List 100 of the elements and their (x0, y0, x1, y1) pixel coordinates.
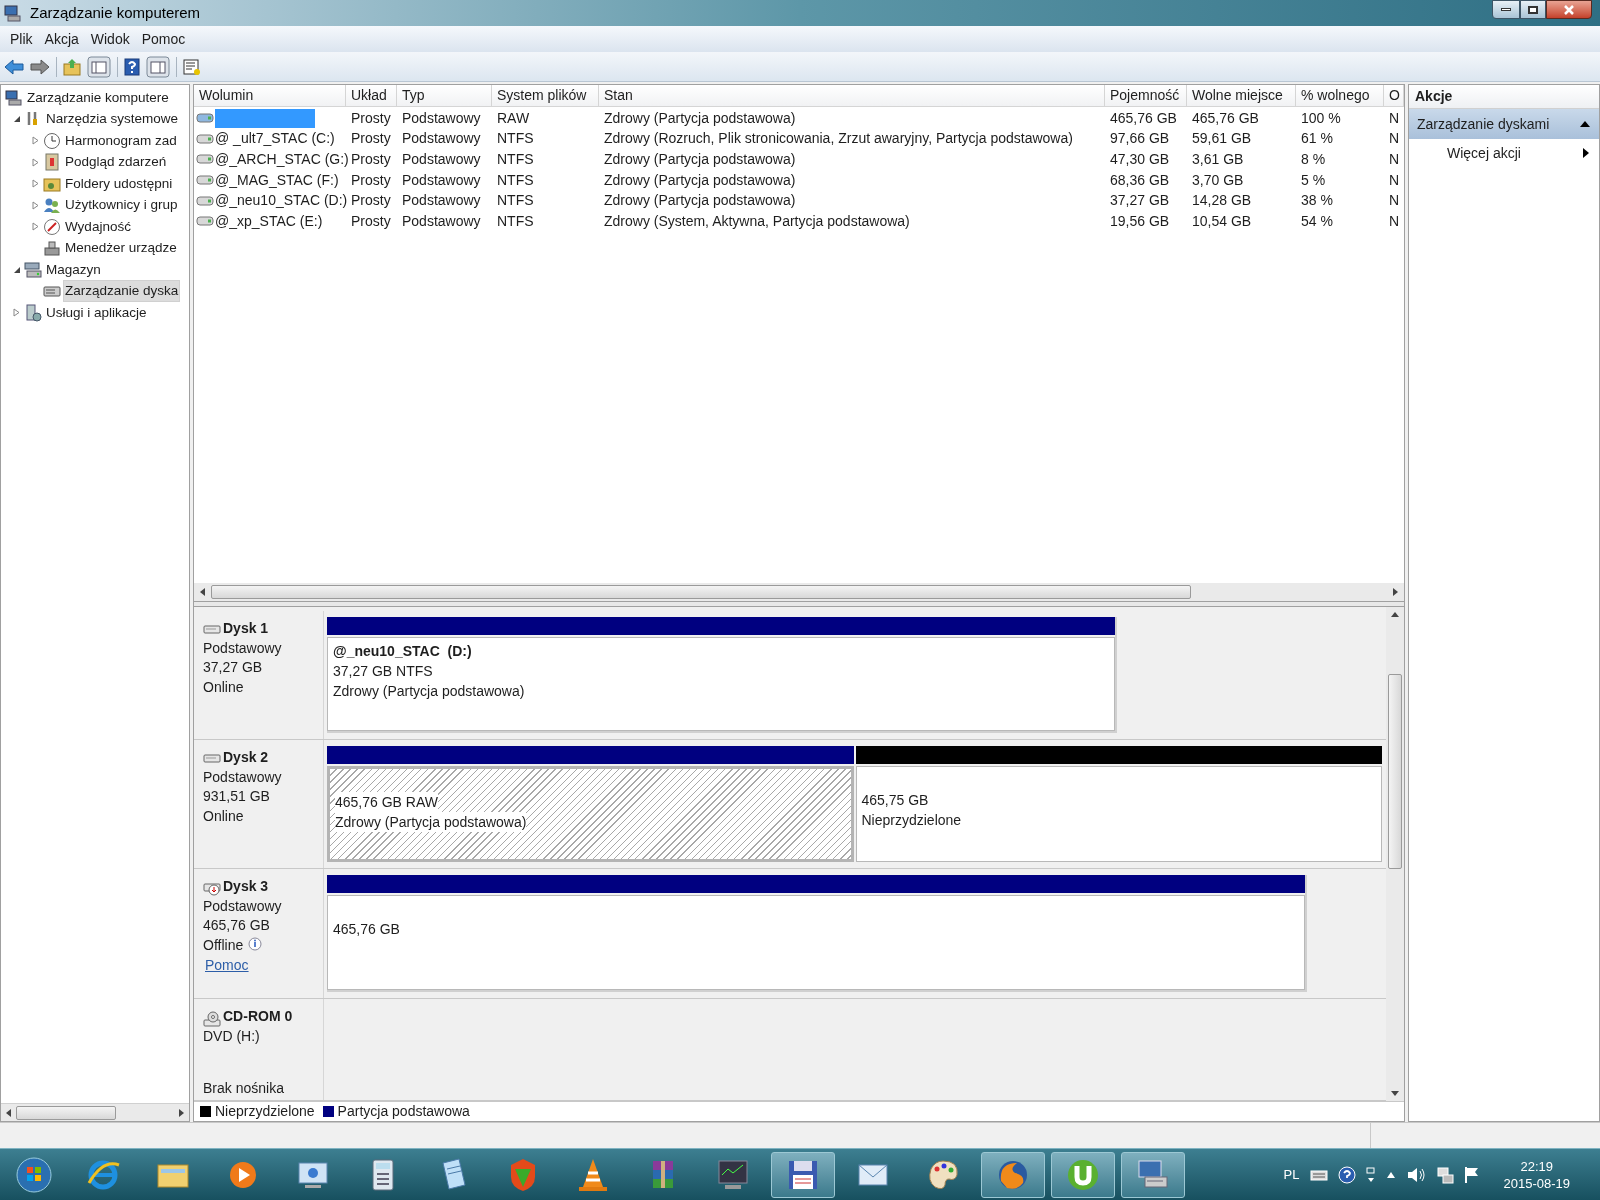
collapsed-arrow-icon[interactable] (32, 200, 40, 210)
volume-name[interactable]: @_MAG_STAC (F:) (215, 170, 339, 190)
scroll-up-icon[interactable] (1391, 612, 1399, 617)
storage-icon (24, 260, 42, 279)
tree-item[interactable]: Harmonogram zad (63, 129, 179, 152)
partition-block[interactable]: 465,76 GB RAW Zdrowy (Partycja podstawowa) (327, 766, 854, 862)
forward-arrow-icon[interactable] (30, 58, 50, 75)
table-cell-text: Zdrowy (Rozruch, Plik stronicowania, Zrzut awaryjny, Partycja podstawowa) (604, 129, 1073, 149)
volume-name[interactable]: @_neu10_STAC (D:) (215, 191, 348, 211)
actions-section-header[interactable]: Zarządzanie dyskami (1409, 109, 1599, 139)
expanded-arrow-icon[interactable] (13, 115, 21, 124)
clock-icon (43, 131, 61, 150)
drive-icon (196, 195, 214, 206)
menu-item[interactable]: Plik (4, 26, 39, 52)
tree-item[interactable]: Zarządzanie komputere (25, 86, 171, 109)
language-bar-icon[interactable] (1365, 1165, 1376, 1184)
partition-block[interactable]: 465,75 GB Nieprzydzielone (855, 766, 1382, 862)
collapse-arrow-icon[interactable] (1579, 120, 1591, 128)
horizontal-scrollbar[interactable] (194, 583, 1404, 601)
table-cell-text: 10,54 GB (1192, 211, 1252, 231)
collapsed-arrow-icon[interactable] (32, 222, 40, 232)
scrollbar-thumb[interactable] (211, 585, 1191, 599)
tree-item[interactable]: Zarządzanie dyska (63, 280, 181, 303)
network-icon[interactable] (1435, 1165, 1454, 1184)
back-arrow-icon[interactable] (4, 58, 24, 75)
vertical-scrollbar[interactable] (1386, 607, 1404, 1101)
taskbar-button[interactable] (1051, 1151, 1115, 1198)
table-cell-text: NTFS (497, 170, 534, 190)
close-button[interactable] (1546, 0, 1592, 19)
show-action-pane-icon[interactable] (146, 55, 170, 78)
volume-name[interactable]: @ _ult7_STAC (C:) (215, 129, 335, 149)
speaker-icon[interactable] (1405, 1166, 1426, 1183)
table-cell-text: 14,28 GB (1192, 191, 1252, 211)
flag-icon[interactable] (1463, 1165, 1480, 1184)
volume-name[interactable] (215, 108, 315, 128)
tree-item[interactable]: Usługi i aplikacje (44, 301, 149, 324)
tree-item[interactable]: Magazyn (44, 258, 103, 281)
disk-info-text: DVD (H:) (203, 1026, 260, 1046)
column-header[interactable]: Układ (346, 85, 397, 106)
show-hidden-icons-icon[interactable] (1385, 1170, 1396, 1179)
volume-name[interactable]: @_ARCH_STAC (G:) (215, 150, 349, 169)
column-header[interactable]: System plików (492, 85, 599, 106)
column-header[interactable]: Stan (599, 85, 1105, 106)
submenu-arrow-icon (1583, 148, 1589, 158)
column-header[interactable]: Wolumin (194, 85, 346, 106)
scrollbar-thumb[interactable] (1388, 674, 1402, 869)
close-icon (1563, 4, 1575, 15)
help-icon[interactable] (124, 57, 140, 76)
partition-block[interactable]: @_neu10_STAC (D:) 37,27 GB NTFS Zdrowy (Partycja podstawowa) (327, 637, 1115, 731)
scroll-right-icon[interactable] (1393, 588, 1398, 596)
scroll-right-icon[interactable] (179, 1108, 184, 1117)
tree-item[interactable]: Wydajność (63, 215, 133, 238)
properties-icon[interactable] (183, 57, 201, 76)
drive-icon (196, 113, 214, 124)
minimize-button[interactable] (1492, 0, 1520, 19)
scroll-down-icon[interactable] (1391, 1091, 1399, 1096)
collapsed-arrow-icon[interactable] (32, 157, 40, 167)
column-header[interactable]: Pojemność (1105, 85, 1187, 106)
action-link[interactable]: Więcej akcji (1447, 142, 1521, 164)
taskbar-button[interactable] (771, 1151, 835, 1198)
language-indicator[interactable]: PL (1283, 1164, 1300, 1185)
tree-item[interactable]: Narzędzia systemowe (44, 108, 181, 131)
cdrom-icon (203, 1010, 221, 1027)
maximize-button[interactable] (1520, 0, 1546, 19)
table-cell-text: NTFS (497, 129, 534, 149)
expanded-arrow-icon[interactable] (13, 265, 21, 274)
tree-item[interactable]: Użytkownicy i grup (63, 194, 180, 217)
scroll-left-icon[interactable] (200, 588, 205, 596)
info-icon (247, 937, 264, 954)
partition-block[interactable]: 465,76 GB (327, 895, 1305, 990)
horizontal-scrollbar[interactable] (1, 1103, 189, 1121)
disk-name: Dysk 2 (223, 748, 269, 767)
tree-item[interactable]: Podgląd zdarzeń (63, 151, 169, 174)
menu-item[interactable]: Pomoc (135, 26, 192, 52)
volume-name[interactable]: @_xp_STAC (E:) (215, 211, 323, 231)
table-cell-text: 97,66 GB (1110, 129, 1170, 149)
tree-item[interactable]: Menedżer urządze (63, 237, 179, 260)
scrollbar-thumb[interactable] (16, 1105, 116, 1120)
collapsed-arrow-icon[interactable] (13, 308, 21, 318)
scroll-left-icon[interactable] (6, 1108, 11, 1117)
table-cell-text: Prosty (351, 211, 391, 231)
disk-name: Dysk 1 (223, 619, 269, 638)
disk-info-text: Brak nośnika (203, 1078, 285, 1098)
taskbar-button[interactable] (981, 1151, 1045, 1198)
collapsed-arrow-icon[interactable] (32, 136, 40, 146)
column-header[interactable]: O (1384, 85, 1404, 106)
collapsed-arrow-icon[interactable] (32, 179, 40, 189)
table-cell-text: NTFS (497, 150, 534, 169)
menu-item[interactable]: Akcja (38, 26, 85, 52)
column-header[interactable]: Typ (397, 85, 492, 106)
help-link[interactable]: Pomoc (205, 956, 249, 976)
menu-item[interactable]: Widok (84, 26, 136, 52)
start-orb-icon[interactable] (14, 1154, 54, 1195)
show-console-tree-icon[interactable] (87, 55, 111, 78)
tree-item[interactable]: Foldery udostępni (63, 172, 175, 195)
clock[interactable]: 22:19 2015-08-19 (1503, 1157, 1570, 1192)
column-header[interactable]: Wolne miejsce (1187, 85, 1296, 106)
column-header[interactable]: % wolnego (1296, 85, 1384, 106)
disk-info-text: 465,76 GB (203, 916, 270, 935)
keyboard-icon[interactable] (1309, 1167, 1328, 1182)
